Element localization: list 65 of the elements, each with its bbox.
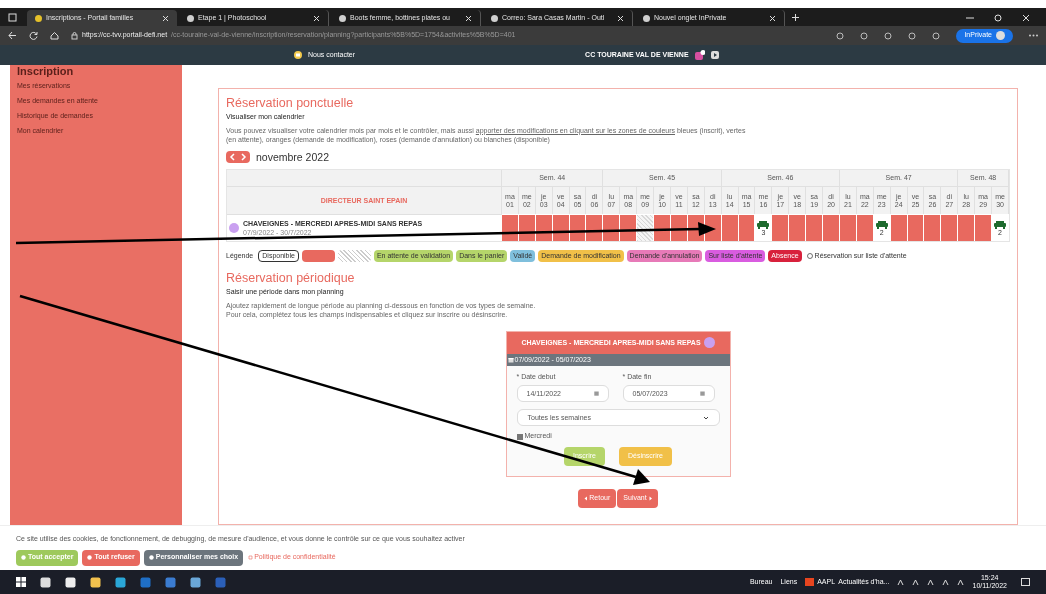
day-cell[interactable] xyxy=(958,214,976,242)
circle-icon xyxy=(21,555,26,560)
refresh-icon[interactable] xyxy=(29,31,38,40)
app-icon[interactable] xyxy=(190,576,201,588)
checkbox[interactable] xyxy=(516,433,523,440)
day-cell[interactable] xyxy=(586,214,604,242)
site-icon xyxy=(187,14,194,22)
start-icon[interactable] xyxy=(16,577,26,587)
day-cell[interactable] xyxy=(941,214,959,242)
month-title: novembre 2022 xyxy=(256,149,329,165)
section-title: Réservation périodique xyxy=(226,270,356,287)
day-cell[interactable] xyxy=(620,214,638,242)
more-icon[interactable] xyxy=(1029,34,1038,37)
day-cell[interactable] xyxy=(924,214,942,242)
site-icon xyxy=(643,14,650,22)
sofa-icon xyxy=(757,219,770,229)
next-month-icon[interactable] xyxy=(240,153,247,162)
close-icon[interactable] xyxy=(162,14,169,22)
day-cell[interactable] xyxy=(823,214,840,242)
new-tab-icon[interactable] xyxy=(791,13,800,22)
clock-icon xyxy=(806,253,813,260)
section-title: Réservation ponctuelle xyxy=(226,95,355,111)
avatar-icon xyxy=(996,31,1005,40)
day-cell[interactable] xyxy=(603,214,621,242)
notifications-icon[interactable] xyxy=(1021,577,1030,587)
day-cell[interactable] xyxy=(502,214,519,242)
calendar-icon xyxy=(507,356,514,363)
close-icon[interactable] xyxy=(313,14,320,22)
app-icon[interactable] xyxy=(165,576,176,588)
close-icon[interactable] xyxy=(465,14,472,22)
close-icon[interactable] xyxy=(617,14,624,22)
lock-icon xyxy=(71,31,78,40)
chevron-up-icon[interactable] xyxy=(897,578,905,586)
home-icon[interactable] xyxy=(50,31,59,40)
folder-icon[interactable] xyxy=(90,576,101,588)
calendar-icon xyxy=(593,391,599,397)
day-cell[interactable] xyxy=(772,214,790,242)
chevron-down-icon xyxy=(702,415,709,420)
day-cell[interactable] xyxy=(789,214,807,242)
news-icon xyxy=(805,578,815,586)
previous-month-icon[interactable] xyxy=(229,153,236,162)
site-icon xyxy=(35,14,42,22)
close-icon[interactable] xyxy=(769,14,776,22)
tab-actions-icon[interactable] xyxy=(8,13,17,22)
day-cell[interactable] xyxy=(975,214,993,242)
day-cell[interactable] xyxy=(806,214,824,242)
day-cell[interactable] xyxy=(654,214,671,242)
external-link-icon xyxy=(248,555,254,560)
close-icon[interactable] xyxy=(1022,14,1030,22)
calendar-icon xyxy=(699,391,705,397)
day-cell[interactable] xyxy=(637,214,655,242)
notification-icon[interactable] xyxy=(694,50,705,60)
circle-icon xyxy=(148,555,154,560)
sofa-icon xyxy=(875,219,888,229)
circle-icon xyxy=(87,555,93,560)
minimize-icon[interactable] xyxy=(966,14,974,22)
caret-left-icon xyxy=(583,495,588,501)
logout-icon[interactable] xyxy=(710,51,719,59)
caret-right-icon xyxy=(648,495,653,501)
site-icon xyxy=(339,14,346,22)
mail-icon xyxy=(294,51,302,59)
sofa-icon xyxy=(994,219,1007,229)
sidebar-heading: Inscription xyxy=(17,65,74,78)
site-icon xyxy=(491,14,498,22)
back-icon[interactable] xyxy=(8,31,17,40)
